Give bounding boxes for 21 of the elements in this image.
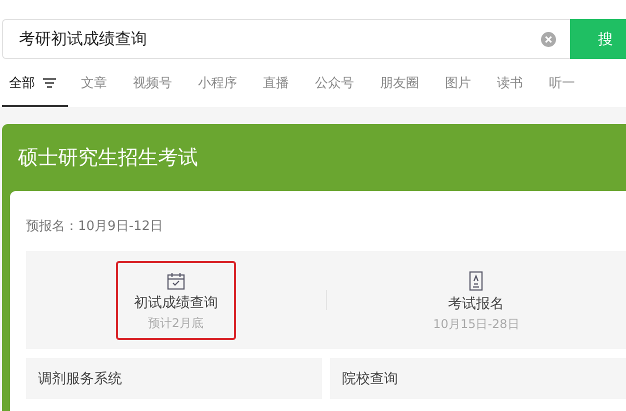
filter-icon[interactable] bbox=[43, 78, 56, 88]
tab[interactable]: 全部 bbox=[2, 61, 68, 107]
pre-registration-date: 预报名：10月9日-12日 bbox=[26, 218, 164, 235]
tab[interactable]: 图片 bbox=[432, 61, 484, 107]
search-input[interactable]: 考研初试成绩查询 bbox=[17, 28, 541, 50]
service-link[interactable]: 调剂服务系统 bbox=[26, 358, 322, 399]
calendar-icon bbox=[166, 270, 186, 290]
search-field[interactable]: 考研初试成绩查询 bbox=[2, 19, 570, 59]
service-item[interactable]: 考试报名 10月15日-28日 bbox=[415, 260, 538, 340]
service-link[interactable]: 院校查询 bbox=[330, 358, 626, 399]
tab[interactable]: 读书 bbox=[484, 61, 536, 107]
tab[interactable]: 小程序 bbox=[185, 61, 250, 107]
service-item[interactable]: 初试成绩查询 预计2月底 bbox=[116, 260, 236, 340]
tab[interactable]: 朋友圈 bbox=[367, 61, 432, 107]
tab[interactable]: 视频号 bbox=[120, 61, 185, 107]
search-button[interactable]: 搜 bbox=[570, 19, 626, 59]
tab[interactable]: 直播 bbox=[250, 61, 302, 107]
card-title: 硕士研究生招生考试 bbox=[17, 144, 199, 171]
tab[interactable]: 文章 bbox=[68, 61, 120, 107]
tab[interactable]: 听一 bbox=[536, 61, 588, 107]
tab[interactable]: 公众号 bbox=[302, 61, 367, 107]
